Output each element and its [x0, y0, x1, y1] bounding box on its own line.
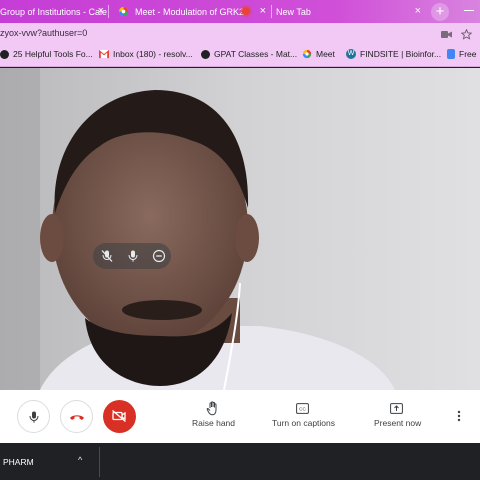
tab-close-icon[interactable]: × [415, 5, 421, 17]
mic-off-icon[interactable] [100, 249, 114, 263]
bookmark-label: Inbox (180) - resolv... [113, 49, 193, 59]
tab-title: Meet - Modulation of GRK2 [135, 6, 245, 17]
shelf-divider [99, 447, 100, 477]
present-now-button[interactable]: Present now [374, 418, 421, 428]
raise-hand-button[interactable]: Raise hand [192, 418, 235, 428]
bookmark-globe-icon [0, 49, 9, 59]
mic-icon[interactable] [126, 249, 140, 263]
tab-title: New Tab [276, 6, 311, 17]
captions-button[interactable]: Turn on captions [272, 418, 335, 428]
gmail-icon [99, 49, 109, 59]
download-item-label[interactable]: PHARM [3, 457, 34, 467]
bookmark-globe-icon [201, 49, 210, 59]
remove-icon[interactable] [152, 249, 166, 263]
bookmark-icon [447, 49, 455, 59]
bookmark-item[interactable]: Free [447, 49, 476, 59]
meet-icon [302, 49, 312, 59]
phone-hangup-icon [70, 415, 84, 420]
raise-hand-icon[interactable] [206, 401, 220, 416]
bookmarks-bar: 25 Helpful Tools Fo... Inbox (180) - res… [0, 45, 480, 67]
bookmark-item[interactable]: 25 Helpful Tools Fo... [0, 49, 93, 59]
bookmark-label: FINDSITE | Bioinfor... [360, 49, 442, 59]
bookmark-label: Free [459, 49, 477, 59]
bookmark-label: GPAT Classes - Mat... [214, 49, 298, 59]
recording-icon [242, 7, 250, 15]
tab-divider [271, 5, 272, 18]
tab-close-icon[interactable]: × [260, 5, 266, 17]
bookmark-label: 25 Helpful Tools Fo... [13, 49, 93, 59]
tab-title: Group of Institutions - Cale [0, 6, 108, 17]
tab-meet[interactable]: Meet - Modulation of GRK2 × [110, 0, 270, 23]
tab-divider [108, 5, 109, 18]
more-options-icon[interactable] [457, 410, 461, 422]
bookmark-item[interactable]: Inbox (180) - resolv... [99, 49, 193, 59]
participant-video-frame [0, 68, 480, 390]
url-input[interactable]: zyox-vvw?authuser=0 [0, 28, 87, 38]
mic-icon [29, 411, 39, 423]
microphone-button[interactable] [17, 400, 50, 433]
camera-off-icon [112, 409, 126, 423]
bookmark-item[interactable]: Meet [302, 49, 335, 59]
star-icon[interactable] [461, 29, 472, 40]
svg-text:CC: CC [299, 406, 306, 411]
address-bar: zyox-vvw?authuser=0 [0, 23, 480, 45]
browser-tab-strip: Group of Institutions - Cale × Meet - Mo… [0, 0, 480, 23]
camera-permission-icon[interactable] [441, 30, 452, 39]
tab-close-icon[interactable]: × [98, 5, 104, 17]
participant-video [0, 68, 480, 390]
new-tab-button[interactable]: + [431, 3, 449, 21]
meet-tab-icon [118, 6, 129, 17]
wordpress-icon: W [346, 49, 356, 59]
bookmark-item[interactable]: GPAT Classes - Mat... [201, 49, 297, 59]
leave-call-button[interactable] [60, 400, 93, 433]
minimize-icon[interactable] [464, 10, 474, 11]
present-screen-icon[interactable] [390, 403, 403, 414]
bookmark-item[interactable]: W FINDSITE | Bioinfor... [346, 49, 441, 59]
captions-icon[interactable]: CC [296, 403, 309, 414]
camera-toggle-button[interactable] [103, 400, 136, 433]
tab-institutions[interactable]: Group of Institutions - Cale × [0, 0, 108, 23]
bookmark-label: Meet [316, 49, 335, 59]
tab-new-tab[interactable]: New Tab × [273, 0, 425, 23]
chevron-up-icon[interactable]: ^ [78, 455, 82, 465]
download-shelf [0, 443, 480, 480]
